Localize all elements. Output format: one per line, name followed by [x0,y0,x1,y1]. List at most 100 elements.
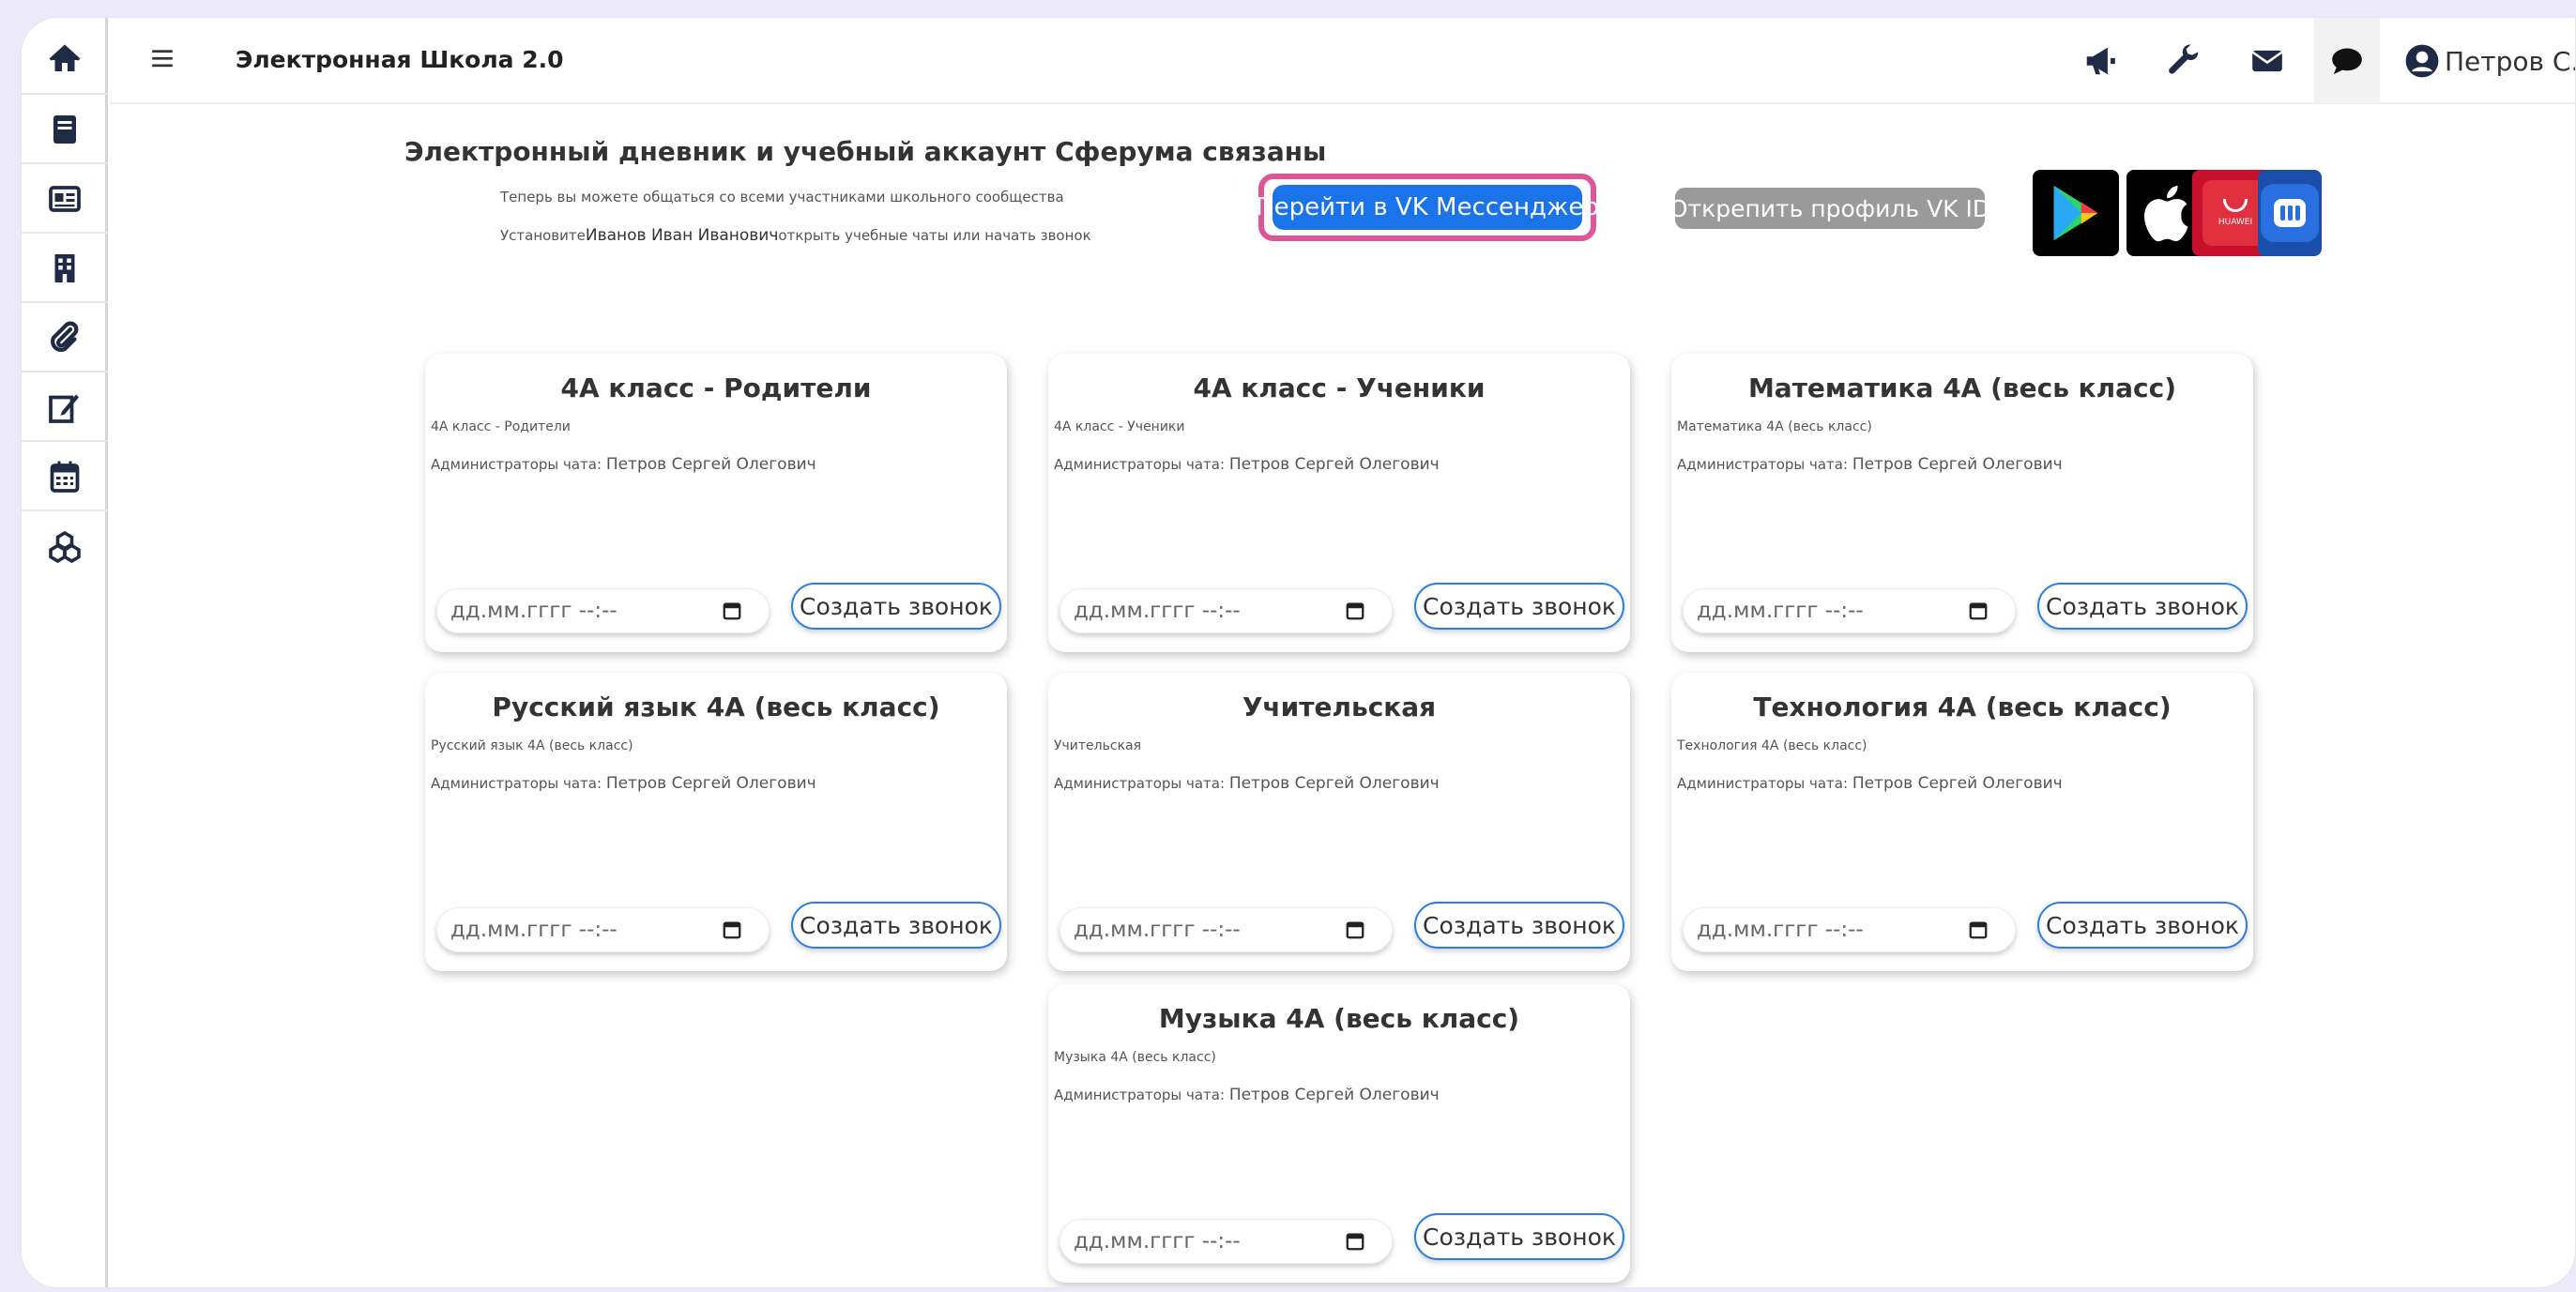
newspaper-icon [49,186,81,212]
datetime-placeholder: дд.мм.гггг --:-- [450,599,617,623]
chat-card-admins: Администраторы чата: Петров Сергей Олего… [1054,455,1440,474]
sidebar-item-diary[interactable] [22,97,108,164]
sidebar-item-home[interactable] [22,27,108,95]
calendar-picker-icon[interactable] [1345,1231,1365,1252]
call-datetime-input[interactable]: дд.мм.гггг --:-- [1683,907,2016,952]
call-datetime-input[interactable]: дд.мм.гггг --:-- [1683,588,2016,633]
admin-name: Петров Сергей Олегович [1228,1086,1440,1104]
chat-card-title: 4А класс - Ученики [1193,372,1486,403]
chat-card-title: Учительская [1242,692,1437,722]
student-name: Иванов Иван Иванович [585,226,779,245]
chat-card-name: 4А класс - Родители [431,419,571,434]
open-vk-messenger-button[interactable]: Перейти в VK Мессенджер [1256,185,1599,230]
call-datetime-input[interactable]: дд.мм.гггг --:-- [1059,907,1393,952]
admin-name: Петров Сергей Олегович [1852,455,2063,474]
create-call-button[interactable]: Создать звонок [1414,902,1624,949]
chat-card-admins: Администраторы чата: Петров Сергей Олего… [431,774,816,793]
chat-card: 4А класс - Ученики 4А класс - Ученики Ад… [1048,354,1630,652]
chat-card-admins: Администраторы чата: Петров Сергей Олего… [1054,1086,1440,1104]
admin-label: Администраторы чата: [1054,775,1229,792]
admin-label: Администраторы чата: [431,456,606,473]
chat-card-title: 4А класс - Родители [560,372,872,403]
chat-card-name: Учительская [1054,738,1142,753]
create-call-button[interactable]: Создать звонок [2037,902,2248,949]
cubes-icon [49,530,81,564]
admin-label: Администраторы чата: [1054,1087,1229,1103]
admin-label: Администраторы чата: [1677,775,1852,792]
paperclip-icon [51,321,79,352]
calendar-picker-icon[interactable] [722,600,742,621]
create-call-button[interactable]: Создать звонок [2037,583,2248,630]
sidebar-item-journal[interactable] [22,166,108,234]
chat-card-name: Математика 4А (весь класс) [1677,419,1872,434]
home-icon [49,44,81,71]
call-datetime-input[interactable]: дд.мм.гггг --:-- [1059,1219,1393,1264]
page-subtitle: Теперь вы можете общаться со всеми участ… [500,189,1064,205]
edit-icon [49,394,79,423]
top-bar: Электронная Школа 2.0 Петров С. [111,18,2575,104]
chat-card-title: Музыка 4А (весь класс) [1158,1003,1520,1034]
chat-card-title: Технология 4А (весь класс) [1753,692,2172,722]
call-datetime-input[interactable]: дд.мм.гггг --:-- [1059,588,1393,633]
sidebar-item-school[interactable] [22,236,108,303]
hamburger-menu-icon[interactable] [150,46,175,70]
settings-button[interactable] [2166,42,2203,80]
announcements-button[interactable] [2081,42,2119,80]
sidebar-item-edit[interactable] [22,374,108,442]
create-call-button[interactable]: Создать звонок [791,902,1001,949]
datetime-placeholder: дд.мм.гггг --:-- [1697,599,1864,623]
chat-card-admins: Администраторы чата: Петров Сергей Олего… [1677,774,2063,793]
admin-name: Петров Сергей Олегович [605,455,816,474]
chat-card-name: Музыка 4А (весь класс) [1054,1050,1216,1065]
page-title: Электронный дневник и учебный аккаунт Сф… [404,136,1327,167]
datetime-placeholder: дд.мм.гггг --:-- [1074,918,1241,942]
admin-label: Администраторы чата: [431,775,606,792]
calendar-picker-icon[interactable] [1345,920,1365,940]
datetime-placeholder: дд.мм.гггг --:-- [1697,918,1864,942]
chat-card-admins: Администраторы чата: Петров Сергей Олего… [1054,774,1440,793]
admin-label: Администраторы чата: [1054,456,1229,473]
create-call-button[interactable]: Создать звонок [791,583,1001,630]
megaphone-icon [2086,47,2115,75]
calendar-picker-icon[interactable] [1968,600,1989,621]
wrench-icon [2169,44,2199,74]
calendar-picker-icon[interactable] [1968,920,1989,940]
sidebar-item-modules[interactable] [22,513,108,581]
google-play-icon [2053,185,2098,241]
user-circle-icon [2405,44,2439,78]
calendar-picker-icon[interactable] [1345,600,1365,621]
app-window: Электронная Школа 2.0 Петров С. Электрон… [21,17,2576,1288]
calendar-picker-icon[interactable] [722,920,742,940]
create-call-button[interactable]: Создать звонок [1414,1213,1624,1260]
admin-label: Администраторы чата: [1677,456,1852,473]
admin-name: Петров Сергей Олегович [1228,774,1440,793]
chat-card-title: Математика 4А (весь класс) [1747,372,2177,403]
create-call-button[interactable]: Создать звонок [1414,583,1624,630]
user-name[interactable]: Петров С. [2445,46,2575,77]
unlink-vk-id-button[interactable]: Открепить профиль VK ID [1669,188,1990,229]
book-icon [53,115,76,144]
chat-card-title: Русский язык 4А (весь класс) [492,692,940,722]
chat-card-admins: Администраторы чата: Петров Сергей Олего… [1677,455,2063,474]
chat-card-name: Русский язык 4А (весь класс) [431,738,633,753]
admin-name: Петров Сергей Олегович [605,774,816,793]
app-title: Электронная Школа 2.0 [236,46,564,73]
datetime-placeholder: дд.мм.гггг --:-- [450,918,617,942]
call-datetime-input[interactable]: дд.мм.гггг --:-- [436,907,770,952]
datetime-placeholder: дд.мм.гггг --:-- [1074,1229,1241,1254]
chat-card: Математика 4А (весь класс) Математика 4А… [1671,354,2253,652]
sidebar-item-calendar[interactable] [22,444,108,511]
chat-button[interactable] [2314,18,2380,104]
google-play-link[interactable] [2033,170,2119,256]
calendar-icon [50,461,80,493]
profile-button[interactable] [2403,42,2441,80]
call-datetime-input[interactable]: дд.мм.гггг --:-- [436,588,770,633]
vk-messenger-link[interactable] [2258,170,2322,256]
mail-button[interactable] [2248,42,2286,80]
sidebar-item-attachments[interactable] [22,305,108,372]
datetime-placeholder: дд.мм.гггг --:-- [1074,599,1241,623]
sidebar [22,18,108,1287]
chat-bubble-icon [2332,48,2362,75]
chat-card-admins: Администраторы чата: Петров Сергей Олего… [431,455,816,474]
envelope-icon [2251,50,2283,72]
